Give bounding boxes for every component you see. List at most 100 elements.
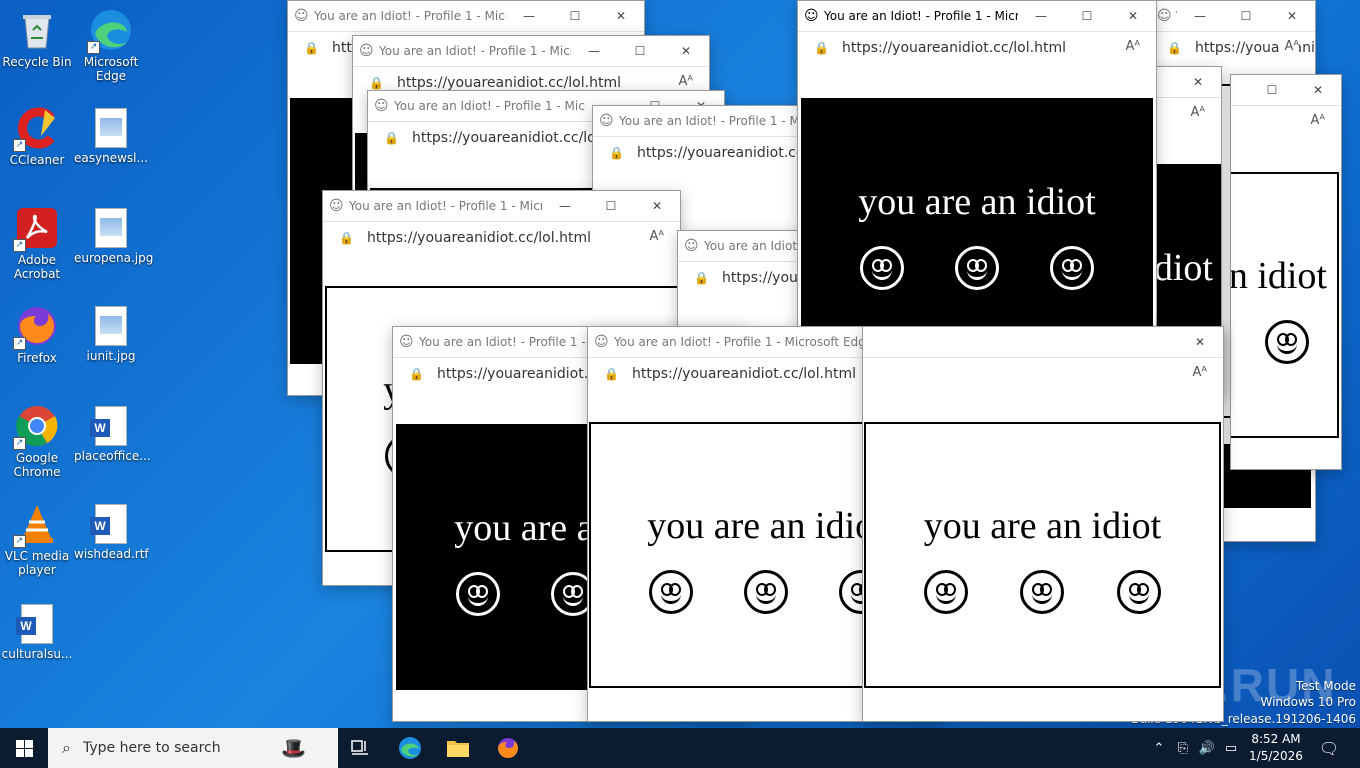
taskbar: ⌕ Type here to search 🎩 ⌃ ⎘ 🔊 ▭ 8:52 AM … <box>0 728 1360 768</box>
windows-edition-label: Windows 10 Pro <box>1260 695 1356 709</box>
smiley-face-icon <box>954 246 999 290</box>
close-button[interactable]: ✕ <box>1295 75 1341 105</box>
desktop-icon-europena[interactable]: europena.jpg <box>74 206 153 265</box>
search-icon: ⌕ <box>62 738 71 757</box>
minimize-button[interactable]: — <box>1018 1 1064 31</box>
smiley-icon: ☺ <box>329 198 344 214</box>
lock-icon: 🔒 <box>339 231 354 245</box>
chrome-icon: ↗ <box>13 404 59 450</box>
show-hidden-icons-button[interactable]: ⌃ <box>1148 728 1170 768</box>
clock-time: 8:52 AM <box>1251 732 1301 746</box>
read-aloud-icon[interactable]: Aᴬ <box>1304 113 1325 128</box>
maximize-button[interactable]: ☐ <box>617 36 663 66</box>
smiley-icon: ☺ <box>294 8 309 24</box>
maximize-button[interactable]: ☐ <box>1249 75 1295 105</box>
smiley-icon: ☺ <box>374 98 389 114</box>
close-button[interactable]: ✕ <box>1177 327 1223 357</box>
url-field[interactable]: https://youareanidiot.cc/lol.html <box>632 366 856 382</box>
url-field[interactable]: https://youareanidiot.cc/lol.html <box>397 75 621 91</box>
smiley-icon: ☺ <box>599 113 614 129</box>
desktop-icon-easynewsl[interactable]: easynewsl... <box>74 106 148 165</box>
image-file-icon <box>95 108 127 148</box>
desktop-icon-chrome[interactable]: ↗ Google Chrome <box>0 404 74 479</box>
ccleaner-icon: ↗ <box>13 106 59 152</box>
read-aloud-icon[interactable]: Aᴬ <box>1278 39 1299 54</box>
read-aloud-icon[interactable]: Aᴬ <box>1186 365 1207 380</box>
clock-date: 1/5/2026 <box>1249 749 1303 763</box>
close-button[interactable]: ✕ <box>1110 1 1156 31</box>
desktop-icon-edge[interactable]: ↗ Microsoft Edge <box>74 8 148 83</box>
maximize-button[interactable]: ☐ <box>1223 1 1269 31</box>
desktop-icon-wishdead[interactable]: W wishdead.rtf <box>74 502 149 561</box>
url-field[interactable]: https://youareanidiot.cc/lol.html <box>367 230 591 246</box>
desktop-icon-vlc[interactable]: ↗ VLC media player <box>0 502 74 577</box>
vlc-icon: ↗ <box>13 502 59 548</box>
smiley-face-icon <box>1265 320 1309 364</box>
start-button[interactable] <box>0 728 48 768</box>
lock-icon: 🔒 <box>604 367 619 381</box>
taskbar-clock[interactable]: 8:52 AM 1/5/2026 <box>1248 731 1304 765</box>
notification-icon[interactable]: 🗨 <box>1314 728 1344 768</box>
lock-icon: 🔒 <box>304 41 319 55</box>
maximize-button[interactable]: ☐ <box>1064 1 1110 31</box>
read-aloud-icon[interactable]: Aᴬ <box>1184 105 1205 120</box>
close-button[interactable]: ✕ <box>598 1 644 31</box>
smiley-face-icon <box>1020 570 1065 614</box>
lock-icon: 🔒 <box>814 41 829 55</box>
url-field[interactable]: https://youareanidiot.cc/lol.html <box>842 40 1066 56</box>
smiley-icon: ☺ <box>804 8 819 24</box>
minimize-button[interactable]: — <box>542 191 588 221</box>
minimize-button[interactable]: — <box>571 36 617 66</box>
minimize-button[interactable]: — <box>506 1 552 31</box>
desktop-icon-culturalsu[interactable]: W culturalsu... <box>0 602 74 661</box>
close-button[interactable]: ✕ <box>634 191 680 221</box>
browser-window[interactable]: ✕ Aᴬ you are an idiot <box>862 326 1224 722</box>
close-button[interactable]: ✕ <box>1269 1 1315 31</box>
smiley-icon: ☺ <box>399 334 414 350</box>
smiley-icon: ☺ <box>594 334 609 350</box>
search-highlight-icon: 🎩 <box>281 736 306 760</box>
read-aloud-icon[interactable]: Aᴬ <box>1119 39 1140 54</box>
task-view-icon[interactable] <box>336 728 384 768</box>
smiley-face-icon <box>1116 570 1161 614</box>
smiley-face-icon <box>860 246 905 290</box>
word-doc-icon: W <box>90 504 127 544</box>
smiley-face-icon <box>1049 246 1094 290</box>
lock-icon: 🔒 <box>694 271 709 285</box>
volume-icon[interactable]: 🔊 <box>1196 728 1218 768</box>
desktop-icon-iunit[interactable]: iunit.jpg <box>74 304 148 363</box>
idiot-panel[interactable]: you are an idiot <box>1153 164 1221 338</box>
taskbar-search-box[interactable]: ⌕ Type here to search 🎩 <box>48 728 338 768</box>
firefox-taskbar-icon[interactable] <box>484 728 532 768</box>
desktop-icon-ccleaner[interactable]: ↗ CCleaner <box>0 106 74 167</box>
close-button[interactable]: ✕ <box>663 36 709 66</box>
close-button[interactable]: ✕ <box>1175 67 1221 97</box>
smiley-face-icon <box>648 570 693 614</box>
search-placeholder: Type here to search <box>82 740 221 756</box>
image-file-icon <box>95 306 127 346</box>
maximize-button[interactable]: ☐ <box>588 191 634 221</box>
edge-taskbar-icon[interactable] <box>386 728 434 768</box>
lock-icon: 🔒 <box>609 146 624 160</box>
recycle-bin-icon <box>15 8 59 52</box>
smiley-face-icon <box>924 570 969 614</box>
desktop-icon-placeoffice[interactable]: W placeoffice... <box>74 404 151 463</box>
minimize-button[interactable]: — <box>1177 1 1223 31</box>
desktop-icon-firefox[interactable]: ↗ Firefox <box>0 304 74 365</box>
desktop-icon-adobe-acrobat[interactable]: ↗ Adobe Acrobat <box>0 206 74 281</box>
input-indicator-icon[interactable]: ▭ <box>1220 728 1242 768</box>
idiot-panel[interactable]: you are an idiot <box>1231 172 1339 438</box>
maximize-button[interactable]: ☐ <box>552 1 598 31</box>
network-icon[interactable]: ⎘ <box>1172 728 1194 768</box>
file-explorer-icon[interactable] <box>434 728 482 768</box>
smiley-face-icon <box>455 572 500 616</box>
edge-icon: ↗ <box>87 8 133 54</box>
smiley-face-icon <box>743 570 788 614</box>
idiot-panel[interactable]: you are an idiot <box>801 98 1153 362</box>
desktop-icon-recycle-bin[interactable]: Recycle Bin <box>0 8 74 69</box>
idiot-panel[interactable]: you are an idiot <box>864 422 1221 688</box>
read-aloud-icon[interactable]: Aᴬ <box>643 229 664 244</box>
acrobat-icon: ↗ <box>13 206 59 252</box>
browser-window[interactable]: ☐✕ Aᴬ you are an idiot <box>1230 74 1342 470</box>
read-aloud-icon[interactable]: Aᴬ <box>672 74 693 89</box>
